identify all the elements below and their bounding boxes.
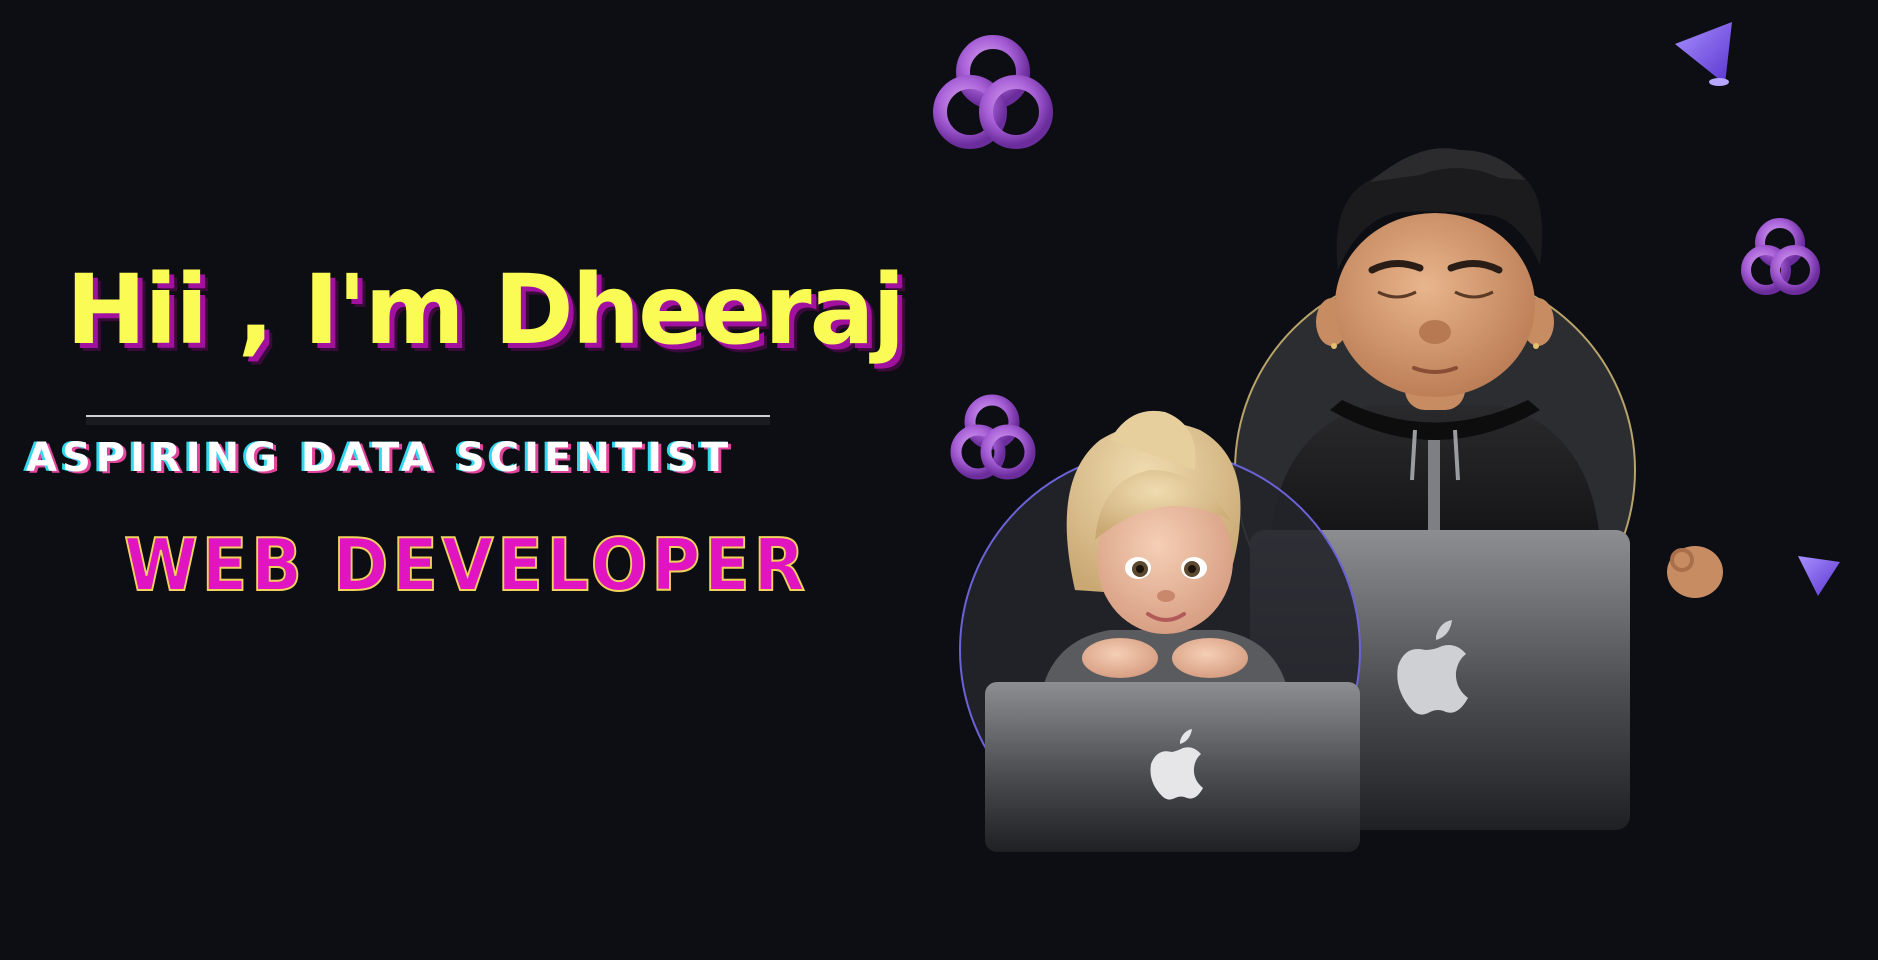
cone-shape xyxy=(1798,556,1840,596)
knot-shape xyxy=(933,35,1053,149)
hero-section: Hii , I'm Dheeraj ASPIRING DATA SCIENTIS… xyxy=(0,0,1878,960)
title-divider xyxy=(86,415,770,425)
illustration-canvas xyxy=(933,22,1840,852)
role-secondary: WEB DEVELOPER xyxy=(123,523,809,607)
hero-illustration xyxy=(900,0,1878,960)
knot-shape xyxy=(1741,218,1820,295)
greeting-heading: Hii , I'm Dheeraj xyxy=(66,254,905,366)
intro-text-block: Hii , I'm Dheeraj ASPIRING DATA SCIENTIS… xyxy=(0,0,940,960)
knot-shape xyxy=(950,394,1036,480)
cone-shape xyxy=(1675,22,1732,86)
role-primary: ASPIRING DATA SCIENTIST xyxy=(26,435,734,481)
